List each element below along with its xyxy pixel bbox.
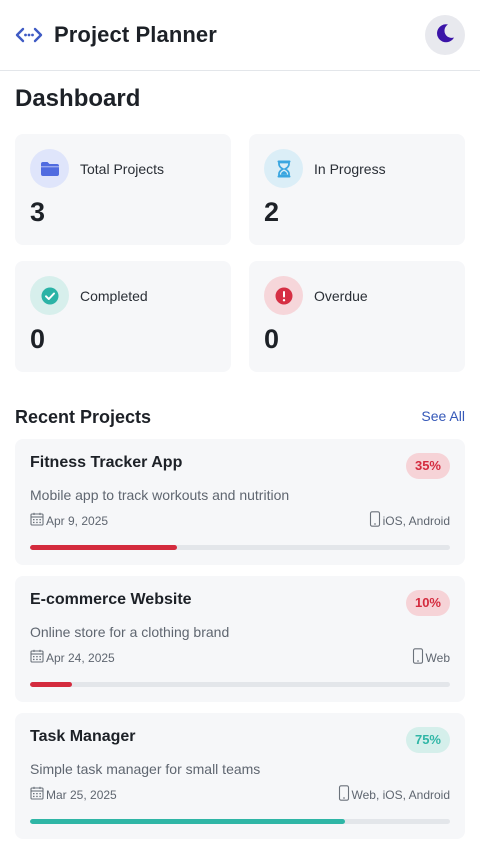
project-card[interactable]: Fitness Tracker App 35% Mobile app to tr… xyxy=(15,439,465,565)
stat-value: 2 xyxy=(264,197,280,227)
phone-icon xyxy=(412,648,424,667)
progress-badge: 75% xyxy=(405,727,450,753)
project-date: Apr 9, 2025 xyxy=(30,512,108,529)
app-title: Project Planner xyxy=(54,22,217,47)
stat-label: Overdue xyxy=(314,287,368,304)
calendar-icon xyxy=(30,786,44,803)
check-circle-icon xyxy=(30,276,69,315)
phone-icon xyxy=(369,511,381,530)
phone-icon xyxy=(338,785,350,804)
progress-badge: 10% xyxy=(405,590,450,616)
project-platforms: Web xyxy=(412,648,450,667)
platforms-text: iOS, Android xyxy=(382,513,450,528)
progress-fill xyxy=(30,682,72,687)
progress-bar xyxy=(30,819,450,824)
stat-card-overdue: Overdue 0 xyxy=(249,261,465,372)
project-platforms: iOS, Android xyxy=(369,511,450,530)
stat-label: In Progress xyxy=(314,160,386,177)
project-platforms: Web, iOS, Android xyxy=(338,785,451,804)
calendar-icon xyxy=(30,649,44,666)
theme-toggle-button[interactable] xyxy=(425,15,465,55)
project-name: Task Manager xyxy=(30,728,136,745)
progress-bar xyxy=(30,682,450,687)
calendar-icon xyxy=(30,512,44,529)
progress-badge: 35% xyxy=(405,453,450,479)
brand: Project Planner xyxy=(15,22,217,48)
progress-fill xyxy=(30,545,177,550)
project-description: Online store for a clothing brand xyxy=(30,624,230,640)
date-text: Apr 9, 2025 xyxy=(46,513,109,528)
project-name: Fitness Tracker App xyxy=(30,454,183,471)
date-text: Mar 25, 2025 xyxy=(46,787,117,802)
stat-card-total-projects: Total Projects 3 xyxy=(15,134,231,245)
alert-circle-icon xyxy=(264,276,303,315)
progress-bar xyxy=(30,545,450,550)
project-date: Mar 25, 2025 xyxy=(30,786,117,803)
project-description: Mobile app to track workouts and nutriti… xyxy=(30,487,290,503)
see-all-link[interactable]: See All xyxy=(421,408,465,424)
project-card[interactable]: E-commerce Website 10% Online store for … xyxy=(15,576,465,702)
stat-card-completed: Completed 0 xyxy=(15,261,231,372)
stat-label: Total Projects xyxy=(80,160,165,177)
stat-value: 3 xyxy=(30,197,46,227)
project-name: E-commerce Website xyxy=(30,591,192,608)
project-description: Simple task manager for small teams xyxy=(30,761,261,777)
date-text: Apr 24, 2025 xyxy=(46,650,115,665)
hourglass-icon xyxy=(264,149,303,188)
project-date: Apr 24, 2025 xyxy=(30,649,115,666)
page-title: Dashboard xyxy=(15,85,141,112)
moon-icon xyxy=(434,22,456,49)
code-arrows-icon xyxy=(15,25,43,45)
platforms-text: Web, iOS, Android xyxy=(351,787,451,802)
project-card[interactable]: Task Manager 75% Simple task manager for… xyxy=(15,713,465,839)
platforms-text: Web xyxy=(425,650,450,665)
folder-icon xyxy=(30,149,69,188)
progress-fill xyxy=(30,819,345,824)
stat-value: 0 xyxy=(30,324,46,354)
app-header: Project Planner xyxy=(0,0,480,71)
stat-card-in-progress: In Progress 2 xyxy=(249,134,465,245)
stat-label: Completed xyxy=(80,287,148,304)
section-title: Recent Projects xyxy=(15,407,152,427)
stat-value: 0 xyxy=(264,324,280,354)
